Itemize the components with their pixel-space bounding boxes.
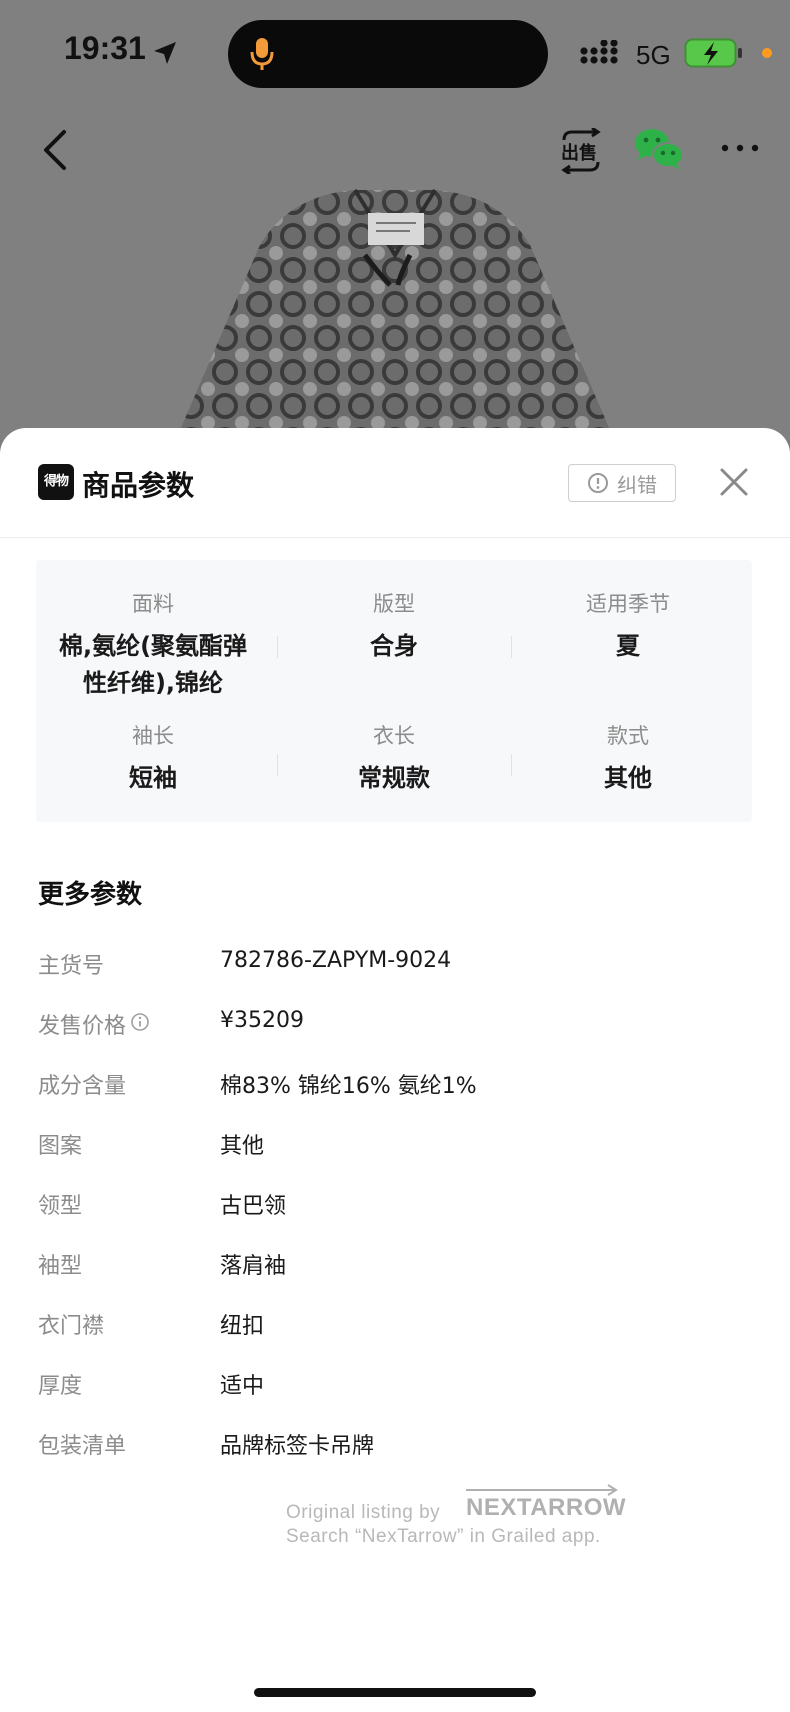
param-fit: 版型 合身 <box>277 588 511 665</box>
product-preview-area: 19:31 5G 出售 <box>0 0 790 440</box>
row-value: 适中 <box>220 1374 265 1399</box>
param-label: 款式 <box>607 724 649 748</box>
sheet-header: 得物 商品参数 纠错 <box>0 428 790 538</box>
key-params-grid: 面料 棉,氨纶(聚氨酯弹性纤维),锦纶 版型 合身 适用季节 夏 袖长 短袖 衣… <box>36 560 752 822</box>
row-value: 落肩袖 <box>220 1254 287 1279</box>
param-value: 棉,氨纶(聚氨酯弹性纤维),锦纶 <box>58 632 248 697</box>
param-fabric: 面料 棉,氨纶(聚氨酯弹性纤维),锦纶 <box>36 588 270 702</box>
param-value: 夏 <box>616 632 640 660</box>
watermark-subtext: Search “NexTarrow” in Grailed app. <box>286 1526 601 1547</box>
row-label: 发售价格 <box>38 1014 127 1039</box>
param-row-package: 包装清单 品牌标签卡吊牌 <box>38 1428 752 1468</box>
row-label: 厚度 <box>38 1374 83 1399</box>
param-sleeve-length: 袖长 短袖 <box>36 720 270 797</box>
row-value: 782786-ZAPYM-9024 <box>220 948 452 973</box>
param-value: 常规款 <box>358 764 430 792</box>
wechat-icon[interactable] <box>634 126 684 172</box>
row-label: 成分含量 <box>38 1074 127 1099</box>
param-row-release-price: 发售价格 ¥35209 <box>38 1008 752 1048</box>
param-label: 版型 <box>373 592 415 616</box>
param-value: 其他 <box>604 764 652 792</box>
sheet-title: 商品参数 <box>82 469 195 502</box>
watermark-text: Original listing by <box>286 1502 441 1523</box>
param-row-placket: 衣门襟 纽扣 <box>38 1308 752 1348</box>
sell-icon[interactable]: 出售 <box>558 128 604 174</box>
param-row-sleeve-type: 袖型 落肩袖 <box>38 1248 752 1288</box>
param-value: 短袖 <box>129 764 177 792</box>
param-label: 适用季节 <box>586 592 670 616</box>
param-row-item-number: 主货号 782786-ZAPYM-9024 <box>38 948 752 988</box>
report-error-button[interactable]: 纠错 <box>568 464 676 502</box>
param-length: 衣长 常规款 <box>277 720 511 797</box>
row-value: 其他 <box>220 1134 265 1159</box>
param-style: 款式 其他 <box>511 720 745 797</box>
microphone-icon <box>250 38 274 70</box>
status-bar: 19:31 5G <box>0 0 790 110</box>
row-value: 棉83% 锦纶16% 氨纶1% <box>220 1074 477 1099</box>
param-value: 合身 <box>370 632 418 660</box>
param-label: 衣长 <box>373 724 415 748</box>
param-season: 适用季节 夏 <box>511 588 745 665</box>
signal-icon <box>580 40 618 64</box>
param-row-composition: 成分含量 棉83% 锦纶16% 氨纶1% <box>38 1068 752 1108</box>
privacy-indicator-dot <box>762 48 772 58</box>
row-label: 衣门襟 <box>38 1314 105 1339</box>
watermark-logo: NEXTARROW <box>466 1494 627 1521</box>
row-label: 包装清单 <box>38 1434 127 1459</box>
param-label: 袖长 <box>132 724 174 748</box>
home-indicator[interactable] <box>254 1688 536 1697</box>
status-time: 19:31 <box>64 30 146 66</box>
battery-charging-icon <box>684 38 742 68</box>
network-label: 5G <box>636 40 671 70</box>
close-icon[interactable] <box>718 466 750 498</box>
param-label: 面料 <box>132 592 174 616</box>
brand-logo: 得物 <box>38 464 74 500</box>
row-label: 领型 <box>38 1194 83 1219</box>
row-value: ¥35209 <box>220 1008 304 1033</box>
row-label: 主货号 <box>38 954 105 979</box>
row-label: 袖型 <box>38 1254 83 1279</box>
back-button[interactable] <box>36 128 76 172</box>
param-row-collar: 领型 古巴领 <box>38 1188 752 1228</box>
param-row-pattern: 图案 其他 <box>38 1128 752 1168</box>
row-value: 古巴领 <box>220 1194 287 1219</box>
location-arrow-icon <box>154 42 176 64</box>
dynamic-island <box>228 20 548 88</box>
more-params-title: 更多参数 <box>38 880 143 910</box>
row-value: 纽扣 <box>220 1314 265 1339</box>
product-params-sheet: 得物 商品参数 纠错 面料 棉,氨纶(聚氨酯弹性纤维),锦纶 版型 合身 适用季 <box>0 428 790 1712</box>
row-value: 品牌标签卡吊牌 <box>220 1434 375 1459</box>
row-label: 图案 <box>38 1134 83 1159</box>
product-image <box>174 188 616 440</box>
more-dots-icon[interactable] <box>720 138 760 158</box>
svg-text:出售: 出售 <box>561 142 597 164</box>
top-navigation-bar: 出售 <box>0 110 790 190</box>
report-error-label: 纠错 <box>617 472 657 497</box>
param-row-thickness: 厚度 适中 <box>38 1368 752 1408</box>
info-circle-icon[interactable] <box>130 1012 150 1032</box>
alert-circle-icon <box>588 473 608 493</box>
